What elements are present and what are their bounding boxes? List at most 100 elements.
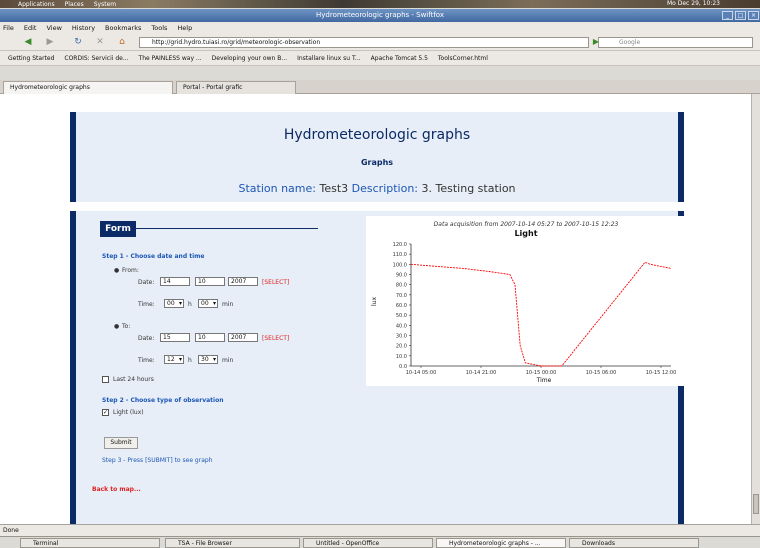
menu-file[interactable]: File (3, 22, 14, 34)
form-legend: Form (100, 221, 136, 237)
panel-item-system[interactable]: System (94, 1, 116, 8)
taskbar-item[interactable]: Terminal (20, 538, 160, 548)
tab-hydrometeorologic-graphs[interactable]: Hydrometeorologic graphs (3, 81, 173, 94)
last24-checkbox[interactable] (102, 376, 109, 383)
search-placeholder: Google (619, 39, 641, 46)
bookmark-item[interactable]: Getting Started (8, 51, 54, 65)
step2-label: Step 2 - Choose type of observation (102, 397, 224, 404)
scrollbar-thumb[interactable] (753, 494, 759, 514)
to-min-select[interactable]: 30 (198, 355, 218, 364)
to-label: To: (122, 323, 131, 330)
page-scrollbar[interactable] (751, 94, 760, 524)
window-titlebar[interactable]: Hydrometeorologic graphs - Swiftfox _ □ … (0, 9, 760, 22)
close-button[interactable]: × (748, 11, 759, 20)
bookmark-item[interactable]: Installare linux su T... (297, 51, 361, 65)
chart-y-tick-label: 110.0 (393, 252, 407, 258)
bookmark-item[interactable]: Developing your own B... (212, 51, 287, 65)
chart-x-tick-label: 10-14 05:00 (406, 370, 437, 376)
chart-y-tick-label: 70.0 (396, 293, 407, 299)
taskbar-item[interactable]: Hydrometeorologic graphs - ... (436, 538, 566, 548)
tab-strip: Hydrometeorologic graphs Portal - Portal… (0, 80, 760, 94)
to-day-input[interactable]: 15 (160, 333, 190, 342)
bookmark-item[interactable]: ToolsCorner.html (438, 51, 488, 65)
from-radio-icon[interactable]: ● (114, 267, 119, 274)
panel-item-places[interactable]: Places (65, 1, 84, 8)
description-key: Description: (351, 182, 419, 195)
bookmark-item[interactable]: The PAINLESS way ... (139, 51, 202, 65)
chart-y-tick-label: 50.0 (396, 313, 407, 319)
chart-y-tick-label: 20.0 (396, 344, 407, 350)
chart-title: Light (514, 229, 537, 238)
url-input[interactable]: http://grid.hydro.tuiasi.ro/grid/meteoro… (139, 37, 589, 48)
to-hour-select[interactable]: 12 (164, 355, 184, 364)
window-title: Hydrometeorologic graphs - Swiftfox (316, 11, 444, 19)
panel-clock[interactable]: Mo Dec 29, 10:23 (667, 0, 720, 7)
menu-edit[interactable]: Edit (24, 22, 37, 34)
menu-help[interactable]: Help (177, 22, 192, 34)
legend-divider (136, 228, 318, 229)
reload-icon[interactable]: ↻ (72, 37, 84, 49)
page-subtitle: Graphs (360, 158, 394, 167)
light-checkbox[interactable]: ✓ (102, 409, 109, 416)
status-bar: Done (0, 524, 760, 536)
step3-label: Step 3 - Press [SUBMIT] to see graph (102, 457, 213, 464)
minimize-button[interactable]: _ (722, 11, 733, 20)
station-name-key: Station name: (238, 182, 316, 195)
bookmark-item[interactable]: CORDIS: Servicii de... (64, 51, 128, 65)
status-text: Done (3, 527, 19, 534)
back-arrow-icon[interactable]: ◀ (22, 37, 34, 49)
taskbar: Terminal TSA - File Browser Untitled - O… (0, 536, 760, 548)
from-hour-select[interactable]: 00 (164, 299, 184, 308)
back-to-map-link[interactable]: Back to map... (92, 486, 141, 493)
form-panel: Form Step 1 - Choose date and time ● Fro… (70, 211, 686, 524)
bookmarks-toolbar: Getting Started CORDIS: Servicii de... T… (0, 51, 760, 66)
step1-label: Step 1 - Choose date and time (102, 253, 205, 260)
home-icon[interactable]: ⌂ (116, 37, 128, 49)
station-info: Station name: Test3 Description: 3. Test… (76, 182, 678, 195)
chart-y-tick-label: 80.0 (396, 283, 407, 289)
chart-background (366, 216, 686, 386)
description-value: 3. Testing station (421, 182, 516, 195)
light-chart: Data acquisition from 2007-10-14 05:27 t… (366, 216, 686, 386)
from-month-input[interactable]: 10 (195, 277, 225, 286)
menu-bookmarks[interactable]: Bookmarks (105, 22, 141, 34)
chart-y-tick-label: 100.0 (393, 262, 407, 268)
bookmark-item[interactable]: Apache Tomcat 5.5 (371, 51, 428, 65)
tab-portal[interactable]: Portal - Portal grafic (176, 81, 296, 94)
from-time-label: Time: (138, 301, 155, 308)
menu-history[interactable]: History (72, 22, 95, 34)
chart-subtitle: Data acquisition from 2007-10-14 05:27 t… (434, 221, 619, 228)
to-min-label: min (222, 357, 234, 364)
from-year-input[interactable]: 2007 (228, 277, 258, 286)
stop-icon[interactable]: ✕ (94, 37, 106, 49)
from-day-input[interactable]: 14 (160, 277, 190, 286)
chart-x-tick-label: 10-15 12:00 (646, 370, 677, 376)
from-select-link[interactable]: [SELECT] (262, 279, 289, 286)
from-min-label: min (222, 301, 234, 308)
chart-x-tick-label: 10-15 06:00 (586, 370, 617, 376)
submit-button[interactable]: Submit (104, 437, 138, 449)
taskbar-item[interactable]: Downloads (569, 538, 699, 548)
to-radio-icon[interactable]: ● (114, 323, 119, 330)
to-year-input[interactable]: 2007 (228, 333, 258, 342)
panel-item-applications[interactable]: Applications (18, 1, 55, 8)
navigation-toolbar: ◀ ▶ ↻ ✕ ⌂ http://grid.hydro.tuiasi.ro/gr… (0, 34, 760, 51)
from-min-select[interactable]: 00 (198, 299, 218, 308)
chart-y-tick-label: 40.0 (396, 323, 407, 329)
to-select-link[interactable]: [SELECT] (262, 335, 289, 342)
taskbar-item[interactable]: Untitled - OpenOffice (303, 538, 433, 548)
menu-bar: File Edit View History Bookmarks Tools H… (0, 22, 760, 34)
to-month-input[interactable]: 10 (195, 333, 225, 342)
forward-arrow-icon[interactable]: ▶ (44, 37, 56, 49)
gnome-panel: Applications Places System Mo Dec 29, 10… (0, 0, 760, 8)
chart-y-tick-label: 60.0 (396, 303, 407, 309)
chart-y-tick-label: 10.0 (396, 354, 407, 360)
to-h-label: h (188, 357, 192, 364)
menu-view[interactable]: View (46, 22, 61, 34)
chart-ylabel: lux (371, 297, 378, 306)
taskbar-item[interactable]: TSA - File Browser (165, 538, 300, 548)
maximize-button[interactable]: □ (735, 11, 746, 20)
to-time-label: Time: (138, 357, 155, 364)
menu-tools[interactable]: Tools (151, 22, 167, 34)
search-input[interactable]: Google (598, 37, 753, 48)
